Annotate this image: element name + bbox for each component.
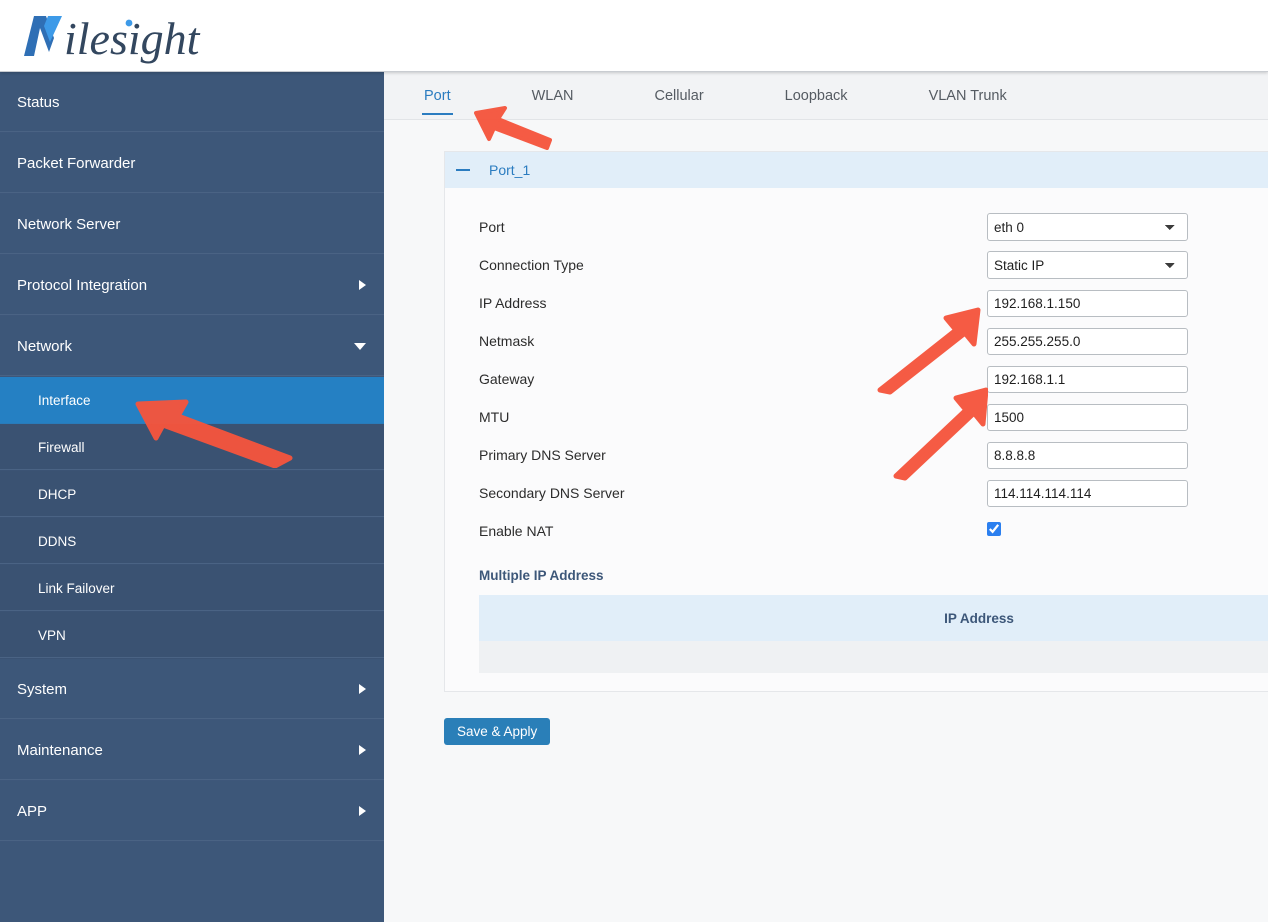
gateway-input[interactable] — [987, 365, 1188, 393]
sidebar-item-maintenance[interactable]: Maintenance — [0, 720, 384, 781]
tab-label: Port — [424, 87, 451, 104]
multiple-ip-heading: Multiple IP Address — [479, 568, 604, 583]
minus-icon[interactable] — [456, 169, 470, 171]
table-header-row: IP Address — [479, 595, 1268, 641]
port-settings-form: Port eth 0eth 1 Connection Type Static IPDH… — [445, 188, 1268, 550]
form-row-connection-type: Connection Type Static IPDHCP ClientPPPoE — [479, 246, 1268, 284]
field-control-primary-dns-server — [987, 441, 1188, 469]
sidebar-item-firewall[interactable]: Firewall — [0, 424, 384, 471]
tab-port[interactable]: Port — [414, 72, 461, 119]
sidebar-nav[interactable]: Status Packet Forwarder Network Server Prot… — [0, 72, 384, 922]
field-control-port: eth 0eth 1 — [987, 213, 1188, 241]
sidebar-item-label: Packet Forwarder — [17, 154, 136, 172]
sidebar-item-interface[interactable]: Interface — [0, 377, 384, 424]
enable-nat-checkbox[interactable] — [987, 521, 1001, 536]
field-label-primary-dns-server: Primary DNS Server — [479, 447, 606, 463]
field-control-netmask — [987, 327, 1188, 355]
sidebar-item-packet-forwarder[interactable]: Packet Forwarder — [0, 133, 384, 194]
table-row — [479, 641, 1268, 673]
tab-cellular[interactable]: Cellular — [645, 72, 714, 119]
field-label-enable-nat: Enable NAT — [479, 523, 554, 539]
field-control-ip-address — [987, 289, 1188, 317]
sidebar-item-label: DDNS — [38, 533, 77, 549]
field-label-mtu: MTU — [479, 409, 510, 425]
sidebar-item-label: Firewall — [38, 439, 85, 455]
table-cell-empty — [479, 641, 1268, 673]
chevron-right-icon — [359, 745, 366, 755]
field-label-secondary-dns-server: Secondary DNS Server — [479, 485, 625, 501]
mtu-input[interactable] — [987, 403, 1188, 431]
sidebar-item-network-server[interactable]: Network Server — [0, 194, 384, 255]
sidebar-item-dhcp[interactable]: DHCP — [0, 471, 384, 518]
multiple-ip-table: IP Address — [479, 595, 1268, 673]
svg-text:ilesight: ilesight — [64, 13, 201, 64]
chevron-right-icon — [359, 684, 366, 694]
sidebar-item-label: Network — [17, 337, 73, 355]
sidebar-item-ddns[interactable]: DDNS — [0, 518, 384, 565]
primary-dns-server-input[interactable] — [987, 441, 1188, 469]
sidebar-item-protocol-integration[interactable]: Protocol Integration — [0, 255, 384, 316]
tab-loopback[interactable]: Loopback — [775, 72, 858, 119]
sidebar-item-label: Status — [17, 93, 60, 111]
chevron-down-icon — [354, 342, 366, 350]
sidebar-item-system[interactable]: System — [0, 659, 384, 720]
sidebar-item-label: DHCP — [38, 486, 77, 502]
connection-type-select[interactable]: Static IPDHCP ClientPPPoE — [987, 251, 1188, 279]
tab-label: Loopback — [784, 87, 848, 104]
field-control-mtu — [987, 403, 1188, 431]
field-label-connection-type: Connection Type — [479, 257, 584, 273]
sidebar-item-label: APP — [17, 802, 48, 820]
sidebar-item-label: Maintenance — [17, 741, 103, 759]
column-header-ip-address: IP Address — [479, 595, 1268, 641]
sidebar-item-label: VPN — [38, 627, 66, 643]
secondary-dns-server-input[interactable] — [987, 479, 1188, 507]
form-row-ip-address: IP Address — [479, 284, 1268, 322]
sidebar-item-label: Network Server — [17, 215, 121, 233]
form-row-netmask: Netmask — [479, 322, 1268, 360]
ip-address-input[interactable] — [987, 289, 1188, 317]
panel-header-port-1[interactable]: Port_1 — [445, 152, 1268, 188]
field-label-port: Port — [479, 219, 505, 235]
sidebar-item-label: Protocol Integration — [17, 276, 148, 294]
sidebar-item-app[interactable]: APP — [0, 781, 384, 842]
field-label-netmask: Netmask — [479, 333, 535, 349]
form-row-secondary-dns-server: Secondary DNS Server — [479, 474, 1268, 512]
sidebar-item-link-failover[interactable]: Link Failover — [0, 565, 384, 612]
app-header: ilesight — [0, 0, 1268, 72]
field-label-ip-address: IP Address — [479, 295, 547, 311]
tab-bar[interactable]: Port WLAN Cellular Loopback VLAN Trunk — [384, 72, 1268, 120]
sidebar-item-label: Interface — [38, 392, 91, 408]
field-control-connection-type: Static IPDHCP ClientPPPoE — [987, 251, 1188, 279]
page-root: ilesight Status Packet Forwarder Network S… — [0, 0, 1268, 922]
netmask-input[interactable] — [987, 327, 1188, 355]
sidebar-item-label: Link Failover — [38, 580, 115, 596]
port-select[interactable]: eth 0eth 1 — [987, 213, 1188, 241]
sidebar-item-network[interactable]: Network — [0, 316, 384, 377]
form-row-gateway: Gateway — [479, 360, 1268, 398]
main-content: Port WLAN Cellular Loopback VLAN Trunk Port_… — [384, 72, 1268, 922]
sidebar-item-label: System — [17, 680, 68, 698]
field-control-enable-nat — [987, 521, 1188, 541]
chevron-right-icon — [359, 806, 366, 816]
port-1-panel: Port_1 Port eth 0eth 1 Connection Type Stat… — [444, 151, 1268, 692]
form-row-port: Port eth 0eth 1 — [479, 208, 1268, 246]
sidebar-item-status[interactable]: Status — [0, 72, 384, 133]
sidebar-item-vpn[interactable]: VPN — [0, 612, 384, 659]
form-row-mtu: MTU — [479, 398, 1268, 436]
field-control-gateway — [987, 365, 1188, 393]
form-row-enable-nat: Enable NAT — [479, 512, 1268, 550]
tab-label: WLAN — [531, 87, 574, 104]
panel-title: Port_1 — [489, 162, 531, 178]
milesight-logo[interactable]: ilesight — [16, 8, 226, 64]
field-label-gateway: Gateway — [479, 371, 535, 387]
field-control-secondary-dns-server — [987, 479, 1188, 507]
form-row-primary-dns-server: Primary DNS Server — [479, 436, 1268, 474]
tab-vlan-trunk[interactable]: VLAN Trunk — [919, 72, 1017, 119]
tab-wlan[interactable]: WLAN — [522, 72, 584, 119]
tab-label: Cellular — [654, 87, 704, 104]
tab-label: VLAN Trunk — [928, 87, 1007, 104]
save-apply-button[interactable]: Save & Apply — [444, 718, 551, 745]
chevron-right-icon — [359, 280, 366, 290]
